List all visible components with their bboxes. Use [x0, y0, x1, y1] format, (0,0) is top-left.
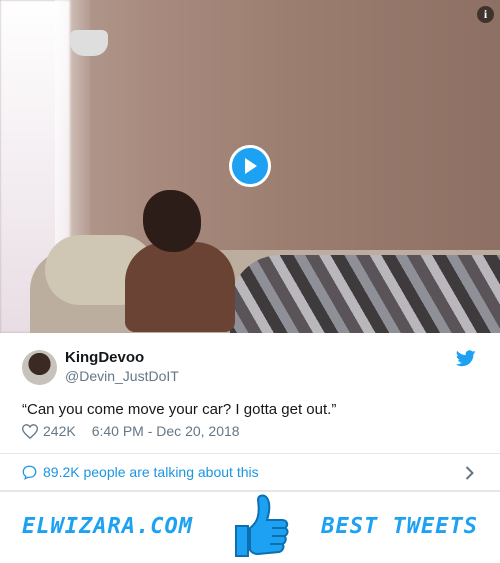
heart-icon[interactable] [22, 423, 38, 439]
avatar[interactable] [22, 350, 57, 385]
blanket [230, 255, 500, 333]
video-thumbnail[interactable]: i [0, 0, 500, 333]
thumbs-up-icon [235, 494, 289, 557]
info-icon[interactable]: i [477, 6, 494, 23]
like-count[interactable]: 242K [43, 423, 76, 439]
site-name[interactable]: ELWIZARA.COM [22, 514, 193, 539]
conversation-link[interactable]: 89.2K people are talking about this [0, 453, 500, 491]
twitter-bird-icon[interactable] [456, 350, 476, 367]
person-head [143, 190, 201, 252]
tweet-timestamp[interactable]: 6:40 PM - Dec 20, 2018 [92, 423, 240, 439]
tweet-card[interactable]: KingDevoo @Devin_JustDoIT “Can you come … [0, 333, 500, 453]
tagline: BEST TWEETS [321, 514, 478, 539]
play-button[interactable] [229, 145, 271, 187]
tweet-meta: 242K 6:40 PM - Dec 20, 2018 [22, 423, 240, 439]
person-in-bed [125, 190, 235, 332]
comment-icon [22, 465, 37, 480]
tweet-text: “Can you come move your car? I gotta get… [22, 401, 337, 418]
talking-label: 89.2K people are talking about this [43, 464, 259, 480]
play-icon [245, 158, 257, 174]
site-banner: ELWIZARA.COM BEST TWEETS [0, 491, 500, 563]
air-conditioner [70, 30, 108, 56]
display-name[interactable]: KingDevoo [65, 349, 144, 366]
person-torso [125, 242, 235, 332]
user-handle[interactable]: @Devin_JustDoIT [65, 368, 179, 384]
chevron-right-icon [465, 466, 474, 480]
